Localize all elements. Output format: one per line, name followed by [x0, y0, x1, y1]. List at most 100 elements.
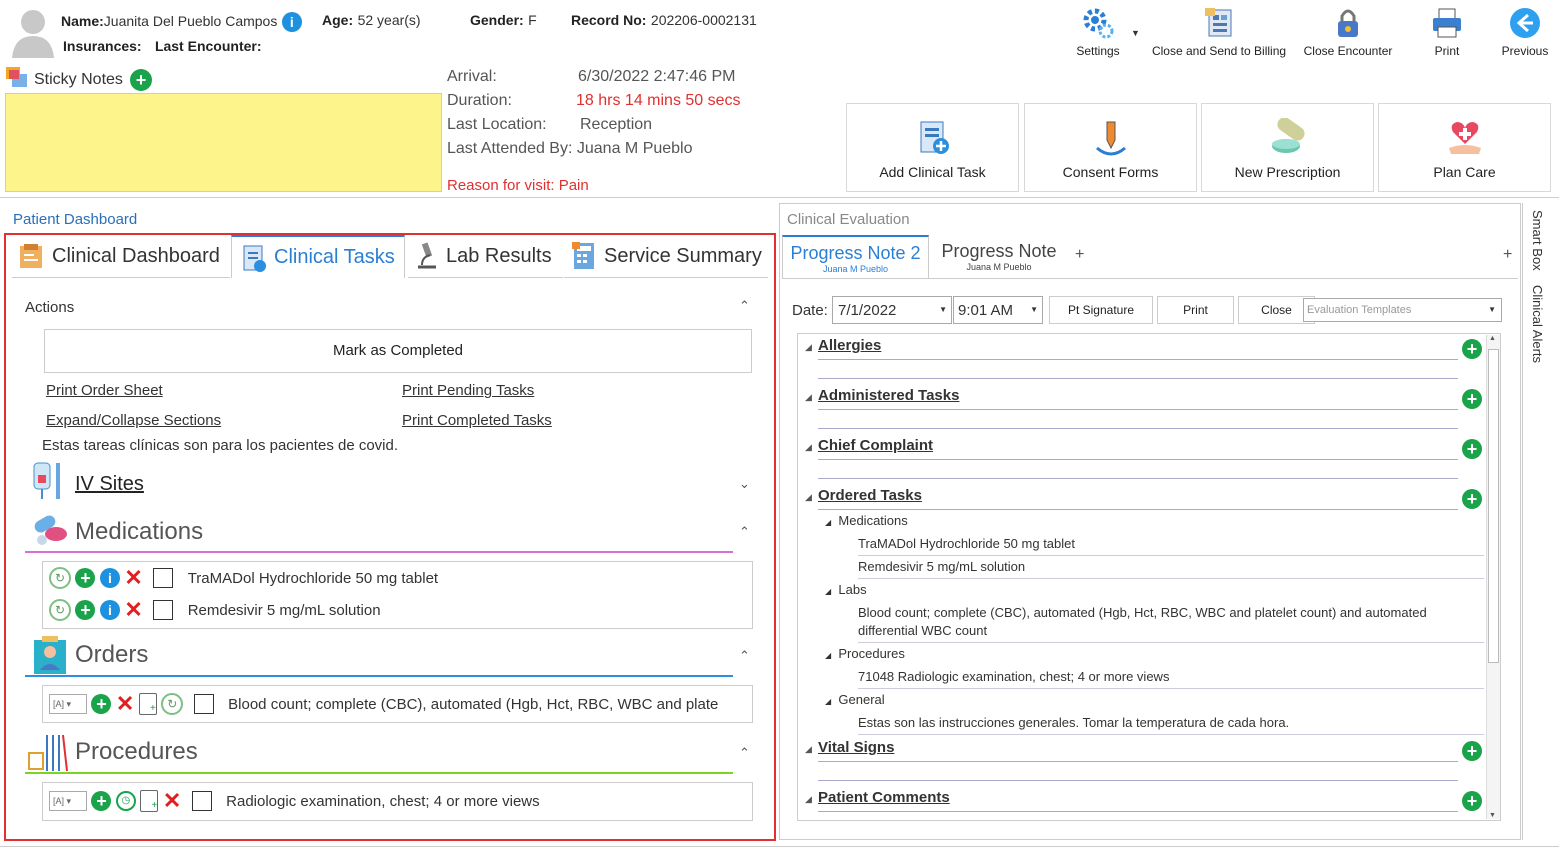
delete-icon[interactable]: ✕ [163, 790, 181, 812]
scroll-down-icon[interactable]: ▼ [1489, 812, 1496, 819]
add-icon[interactable]: + [1462, 339, 1482, 359]
add-icon[interactable]: + [1462, 741, 1482, 761]
add-icon[interactable]: + [1462, 439, 1482, 459]
panel-add-button[interactable]: + [1503, 246, 1512, 264]
tab-clinical-dashboard[interactable]: Clinical Dashboard [12, 235, 230, 278]
collapse-triangle-icon[interactable]: ◢ [805, 744, 812, 755]
expand-collapse-link[interactable]: Expand/Collapse Sections [46, 412, 221, 429]
date-value: 7/1/2022 [838, 302, 897, 319]
date-picker[interactable]: 7/1/2022 ▼ [832, 296, 952, 324]
procedure-checkbox[interactable] [191, 791, 212, 811]
iv-sites-expand-icon[interactable]: ⌄ [739, 476, 750, 492]
insurances-label: Insurances: [63, 38, 142, 54]
delete-icon[interactable]: ✕ [124, 567, 142, 589]
last-encounter-label: Last Encounter: [154, 38, 262, 54]
sticky-note-area[interactable] [5, 93, 442, 192]
add-icon[interactable]: + [1462, 389, 1482, 409]
tasks-note: Estas tareas clínicas son para los pacie… [42, 437, 399, 454]
scroll-thumb[interactable] [1488, 349, 1499, 663]
tab-progress-note[interactable]: Progress Note Juana M Pueblo [935, 235, 1063, 278]
iv-sites-heading[interactable]: IV Sites [75, 473, 144, 496]
add-note-tab-button[interactable]: + [1075, 246, 1084, 264]
template-dropdown[interactable]: [A] ▾ [49, 791, 87, 811]
add-icon[interactable]: + [1462, 489, 1482, 509]
ordered-medications-group[interactable]: ◢ Medications [825, 513, 908, 528]
section-underline [818, 811, 1458, 812]
tab-progress-note-2[interactable]: Progress Note 2 Juana M Pueblo [782, 235, 929, 278]
recycle-icon[interactable]: ↻ [161, 693, 184, 715]
add-icon[interactable]: + [91, 694, 112, 714]
delete-icon[interactable]: ✕ [116, 693, 134, 715]
delete-icon[interactable]: ✕ [124, 599, 142, 621]
template-dropdown[interactable]: [A] ▾ [49, 694, 87, 714]
order-checkbox[interactable] [193, 694, 214, 714]
print-order-sheet-link[interactable]: Print Order Sheet [46, 382, 163, 399]
smart-box-tab[interactable]: Smart Box [1530, 210, 1545, 271]
eval-print-button[interactable]: Print [1157, 296, 1234, 324]
patient-age: 52 year(s) [357, 12, 421, 28]
time-picker[interactable]: 9:01 AM ▼ [953, 296, 1043, 324]
add-icon[interactable]: + [91, 791, 112, 811]
add-sticky-note-button[interactable]: + [130, 69, 152, 91]
medications-collapse-icon[interactable]: ⌃ [739, 524, 750, 540]
ordered-labs-group[interactable]: ◢ Labs [825, 582, 867, 597]
settings-button[interactable]: Settings [1073, 6, 1123, 58]
mark-completed-button[interactable]: Mark as Completed [44, 329, 752, 373]
section-underline [818, 509, 1458, 510]
vital-signs-line [818, 780, 1458, 781]
ordered-general-group[interactable]: ◢ General [825, 692, 885, 707]
eval-scrollbar[interactable]: ▲ ▼ [1486, 335, 1500, 819]
pt-signature-button[interactable]: Pt Signature [1049, 296, 1153, 324]
alarm-clock-icon[interactable]: ◷ [115, 791, 136, 811]
close-send-billing-button[interactable]: Close and Send to Billing [1151, 6, 1287, 58]
close-encounter-button[interactable]: Close Encounter [1302, 6, 1394, 58]
previous-button[interactable]: Previous [1500, 6, 1550, 58]
clinical-alerts-tab[interactable]: Clinical Alerts [1530, 285, 1545, 363]
settings-dropdown-icon[interactable]: ▼ [1131, 28, 1140, 38]
tab-service-summary[interactable]: Service Summary [564, 235, 768, 278]
info-icon[interactable]: i [99, 568, 120, 588]
add-icon[interactable]: + [75, 600, 96, 620]
actions-collapse-icon[interactable]: ⌃ [739, 298, 750, 314]
add-clinical-task-button[interactable]: Add Clinical Task [846, 103, 1019, 192]
consent-forms-button[interactable]: Consent Forms [1024, 103, 1197, 192]
evaluation-templates-select[interactable]: Evaluation Templates ▼ [1303, 298, 1502, 322]
calculator-icon [572, 242, 594, 269]
consent-forms-label: Consent Forms [1062, 164, 1159, 180]
info-icon[interactable]: i [99, 600, 120, 620]
new-prescription-button[interactable]: New Prescription [1201, 103, 1374, 192]
actions-title: Actions [25, 299, 75, 316]
info-icon[interactable]: i [281, 12, 302, 32]
print-pending-tasks-link[interactable]: Print Pending Tasks [402, 382, 534, 399]
medication-checkbox[interactable] [153, 600, 174, 620]
collapse-triangle-icon[interactable]: ◢ [805, 342, 812, 353]
collapse-triangle-icon[interactable]: ◢ [805, 442, 812, 453]
procedures-collapse-icon[interactable]: ⌃ [739, 745, 750, 761]
print-completed-tasks-link[interactable]: Print Completed Tasks [402, 412, 552, 429]
add-icon[interactable]: + [75, 568, 96, 588]
dashboard-icon [20, 244, 42, 268]
recycle-icon[interactable]: ↻ [49, 567, 71, 589]
ordered-procedures-group[interactable]: ◢ Procedures [825, 646, 905, 661]
collapse-triangle-icon[interactable]: ◢ [805, 392, 812, 403]
plan-care-button[interactable]: Plan Care [1378, 103, 1551, 192]
collapse-triangle-icon[interactable]: ◢ [805, 492, 812, 503]
clipboard-add-icon[interactable]: + [138, 693, 157, 715]
orders-collapse-icon[interactable]: ⌃ [739, 648, 750, 664]
record-number: 202206-0002131 [650, 12, 757, 28]
name-label: Name: [61, 13, 104, 30]
sticky-notes-header [5, 66, 29, 95]
add-icon[interactable]: + [1462, 791, 1482, 811]
recycle-icon[interactable]: ↻ [49, 599, 71, 621]
scroll-up-icon[interactable]: ▲ [1489, 335, 1496, 342]
medication-checkbox[interactable] [153, 568, 174, 588]
collapse-triangle-icon[interactable]: ◢ [805, 794, 812, 805]
print-button[interactable]: Print [1426, 6, 1468, 58]
clipboard-add-icon[interactable]: + [140, 790, 159, 812]
previous-label: Previous [1501, 44, 1549, 58]
tab-clinical-tasks[interactable]: Clinical Tasks [231, 235, 405, 278]
reason-for-visit: Reason for visit: Pain [447, 177, 589, 194]
medication-name: TraMADol Hydrochloride 50 mg tablet [187, 569, 439, 587]
tab-lab-results[interactable]: Lab Results [408, 235, 563, 278]
medications-icon [30, 512, 70, 553]
